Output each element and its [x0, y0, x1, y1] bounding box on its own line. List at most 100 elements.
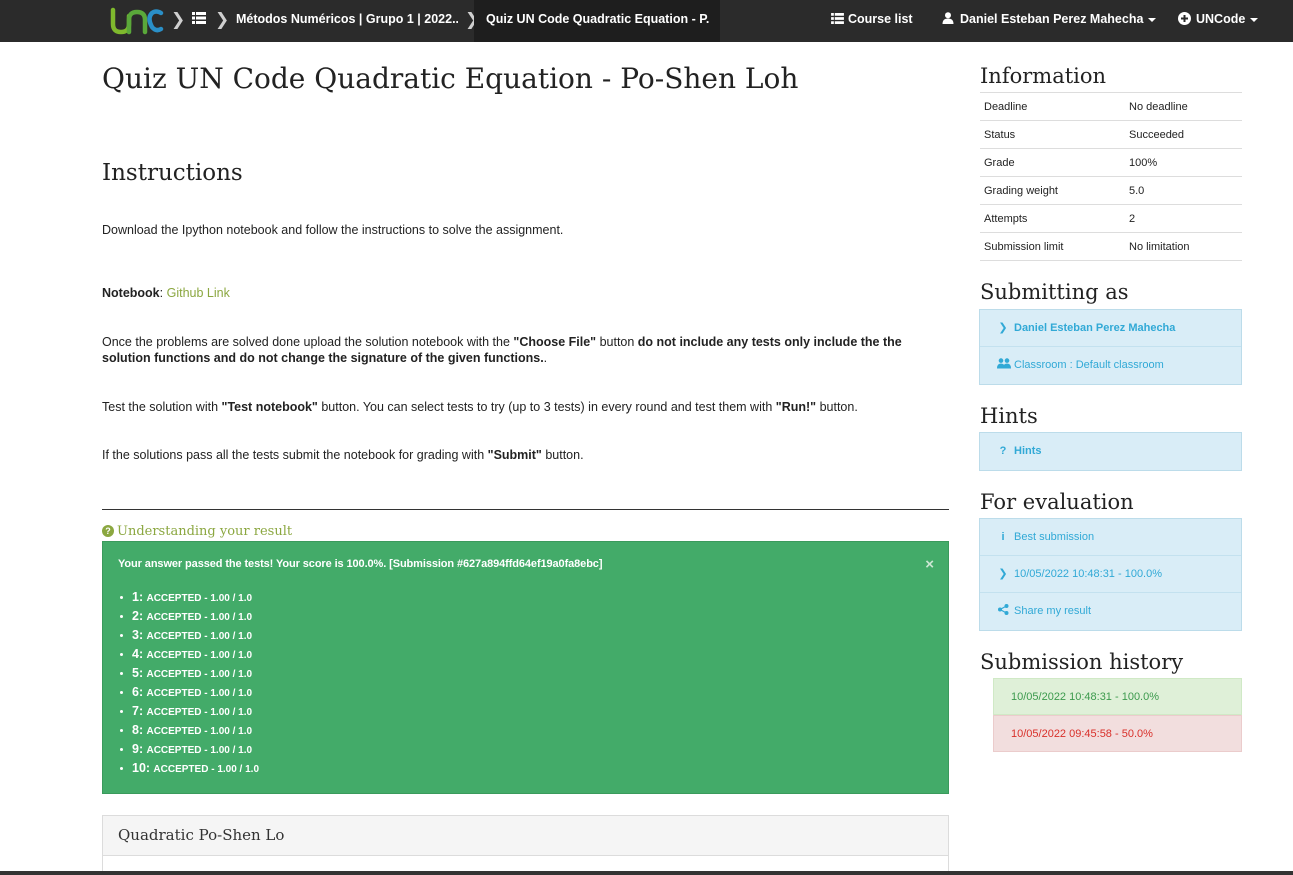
chevron-right-icon: ❯ — [998, 568, 1008, 580]
bullet-icon — [120, 672, 123, 676]
uncode-menu[interactable]: UNCode — [1178, 12, 1259, 26]
submit-instructions: If the solutions pass all the tests subm… — [102, 447, 952, 463]
breadcrumb-course[interactable]: Métodos Numéricos | Grupo 1 | 2022... — [236, 12, 458, 26]
for-evaluation-title: For evaluation — [980, 490, 1134, 514]
test-status: ACCEPTED - 1.00 / 1.0 — [153, 764, 260, 775]
divider — [102, 509, 949, 510]
test-instructions: Test the solution with "Test notebook" b… — [102, 399, 952, 415]
chevron-right-icon: ❯ — [998, 322, 1008, 334]
notebook-label: Notebook — [102, 286, 160, 300]
test-number: 9: — [132, 742, 144, 756]
info-value: No deadline — [1125, 92, 1242, 121]
submitting-as-title: Submitting as — [980, 280, 1129, 304]
uncode-logo[interactable] — [110, 6, 164, 36]
breadcrumb-task[interactable]: Quiz UN Code Quadratic Equation - P... — [486, 12, 710, 26]
instructions-paragraph: Download the Ipython notebook and follow… — [102, 223, 564, 237]
test-status: ACCEPTED - 1.00 / 1.0 — [146, 593, 253, 604]
course-list-label: Course list — [848, 12, 913, 26]
share-result-item[interactable]: Share my result — [980, 593, 1241, 630]
share-icon — [997, 593, 1009, 630]
text-segment: If the solutions pass all the tests subm… — [102, 448, 488, 462]
evaluation-submission-item[interactable]: ❯ 10/05/2022 10:48:31 - 100.0% — [980, 556, 1241, 593]
history-item-failed[interactable]: 10/05/2022 09:45:58 - 50.0% — [993, 715, 1242, 752]
breadcrumb-separator-icon: ❯ — [171, 10, 186, 29]
info-value: No limitation — [1125, 232, 1242, 261]
understanding-label: Understanding your result — [117, 524, 293, 539]
text-segment: button. You can select tests to try (up … — [317, 400, 776, 414]
test-number: 4: — [132, 647, 144, 661]
test-status: ACCEPTED - 1.00 / 1.0 — [146, 612, 253, 623]
table-row: Grading weight 5.0 — [980, 176, 1242, 205]
text-segment: "Run!" — [775, 400, 817, 414]
info-value: Succeeded — [1125, 120, 1242, 149]
history-item-success[interactable]: 10/05/2022 10:48:31 - 100.0% — [993, 678, 1242, 715]
table-row: Deadline No deadline — [980, 92, 1242, 121]
bullet-icon — [120, 748, 123, 752]
test-number: 5: — [132, 666, 144, 680]
evaluation-submission-label: 10/05/2022 10:48:31 - 100.0% — [1014, 568, 1163, 580]
info-key: Grading weight — [980, 176, 1125, 205]
info-key: Attempts — [980, 204, 1125, 233]
top-navbar: ❯ ❯ Métodos Numéricos | Grupo 1 | 2022..… — [0, 0, 1293, 42]
test-number: 2: — [132, 609, 144, 623]
test-status: ACCEPTED - 1.00 / 1.0 — [146, 669, 253, 680]
test-number: 1: — [132, 590, 144, 604]
test-status: ACCEPTED - 1.00 / 1.0 — [146, 631, 253, 642]
test-result-item: 2: ACCEPTED - 1.00 / 1.0 — [118, 607, 259, 626]
bullet-icon — [120, 596, 123, 600]
bullet-icon — [120, 691, 123, 695]
test-status: ACCEPTED - 1.00 / 1.0 — [146, 707, 253, 718]
submitter-item[interactable]: ❯ Daniel Esteban Perez Mahecha — [980, 310, 1241, 347]
bullet-icon — [120, 729, 123, 733]
user-menu[interactable]: Daniel Esteban Perez Mahecha — [942, 12, 1157, 26]
info-key: Deadline — [980, 92, 1125, 121]
table-row: Attempts 2 — [980, 204, 1242, 233]
submitting-as-list: ❯ Daniel Esteban Perez Mahecha Classroom … — [979, 309, 1242, 385]
info-value: 2 — [1125, 204, 1242, 233]
text-segment: . — [543, 351, 548, 365]
classroom-item[interactable]: Classroom : Default classroom — [980, 347, 1241, 384]
table-row: Grade 100% — [980, 148, 1242, 177]
test-number: 6: — [132, 685, 144, 699]
list-icon[interactable] — [192, 12, 206, 24]
hints-item[interactable]: ? Hints — [980, 433, 1241, 470]
share-label: Share my result — [1014, 605, 1092, 617]
test-status: ACCEPTED - 1.00 / 1.0 — [146, 745, 253, 756]
course-list-link[interactable]: Course list — [831, 12, 913, 26]
question-icon: ? — [999, 445, 1007, 457]
upload-instructions: Once the problems are solved done upload… — [102, 334, 952, 366]
best-submission-item[interactable]: i Best submission — [980, 519, 1241, 556]
user-name: Daniel Esteban Perez Mahecha — [960, 12, 1144, 26]
info-value: 5.0 — [1125, 176, 1242, 205]
information-table: Deadline No deadline Status Succeeded Grad… — [980, 92, 1242, 261]
text-segment: "Test notebook" — [221, 400, 318, 414]
test-results-list: 1: ACCEPTED - 1.00 / 1.0 2: ACCEPTED - 1… — [118, 588, 259, 778]
text-segment: Once the problems are solved done upload… — [102, 335, 514, 349]
info-key: Submission limit — [980, 232, 1125, 261]
understanding-result-link[interactable]: ? Understanding your result — [102, 524, 292, 539]
info-icon: i — [1001, 531, 1005, 543]
information-title: Information — [980, 64, 1107, 88]
caret-down-icon — [1148, 17, 1157, 22]
list-icon — [831, 13, 844, 24]
test-result-item: 6: ACCEPTED - 1.00 / 1.0 — [118, 683, 259, 702]
result-header: Your answer passed the tests! Your score… — [118, 558, 603, 570]
test-result-item: 7: ACCEPTED - 1.00 / 1.0 — [118, 702, 259, 721]
info-key: Status — [980, 120, 1125, 149]
github-link[interactable]: Github Link — [167, 286, 230, 300]
test-status: ACCEPTED - 1.00 / 1.0 — [146, 650, 253, 661]
caret-down-icon — [1250, 17, 1259, 22]
info-key: Grade — [980, 148, 1125, 177]
submitter-name: Daniel Esteban Perez Mahecha — [1014, 322, 1176, 334]
question-circle-icon: ? — [102, 525, 114, 537]
test-result-item: 3: ACCEPTED - 1.00 / 1.0 — [118, 626, 259, 645]
close-icon[interactable]: × — [925, 556, 934, 573]
test-result-item: 9: ACCEPTED - 1.00 / 1.0 — [118, 740, 259, 759]
bullet-icon — [120, 615, 123, 619]
problem-title: Quadratic Po-Shen Lo — [103, 816, 948, 856]
text-segment: button — [596, 335, 638, 349]
test-number: 8: — [132, 723, 144, 737]
plus-circle-icon — [1178, 12, 1191, 25]
text-segment: button. — [541, 448, 584, 462]
users-icon — [997, 347, 1011, 384]
